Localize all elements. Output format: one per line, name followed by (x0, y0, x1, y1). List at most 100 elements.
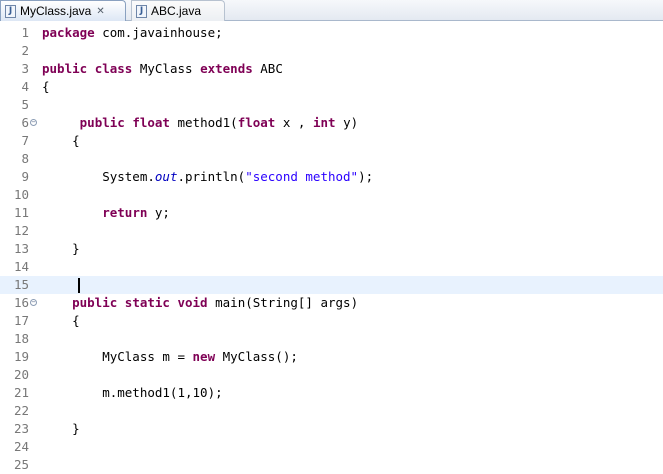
code-line[interactable]: 4{ (0, 78, 663, 96)
code-token: } (42, 421, 80, 436)
line-number: 17 (13, 313, 29, 328)
line-number: 2 (21, 43, 29, 58)
code-token: y; (147, 205, 170, 220)
keyword-token: float (132, 115, 170, 130)
code-line[interactable]: 6− public float method1(float x , int y) (0, 114, 663, 132)
java-file-icon: J (5, 4, 16, 18)
code-token: method1( (169, 115, 238, 130)
code-token: } (42, 241, 80, 256)
code-text: { (42, 132, 80, 150)
keyword-token: public (79, 115, 125, 130)
code-line[interactable]: 23 } (0, 420, 663, 438)
code-text-area[interactable]: 1 package com.javainhouse; 2 3 public class … (0, 21, 663, 474)
line-number: 15 (13, 277, 29, 292)
line-number: 24 (13, 439, 29, 454)
code-text: MyClass m = new MyClass(); (42, 348, 298, 366)
tab-abc-java[interactable]: J ABC.java (131, 0, 225, 21)
code-text: System.out.println("second method"); (42, 168, 373, 186)
code-line[interactable]: 7 { (0, 132, 663, 150)
keyword-token: public (72, 295, 118, 310)
code-line[interactable]: 13 } (0, 240, 663, 258)
code-line[interactable]: 16− public static void main(String[] arg… (0, 294, 663, 312)
line-number: 22 (13, 403, 29, 418)
close-icon[interactable]: ✕ (96, 6, 104, 17)
code-token: { (42, 313, 80, 328)
keyword-token: int (312, 115, 336, 130)
code-text: public class MyClass extends ABC (42, 60, 283, 78)
code-line[interactable]: 22 (0, 402, 663, 420)
code-line[interactable]: 18 (0, 330, 663, 348)
code-token: MyClass(); (215, 349, 298, 364)
keyword-token: void (177, 295, 208, 310)
code-line[interactable]: 25 (0, 456, 663, 474)
code-token: y) (335, 115, 359, 130)
code-text: return y; (42, 204, 170, 222)
code-text: } (42, 240, 80, 258)
code-text: m.method1(1,10); (42, 384, 223, 402)
code-text: { (42, 78, 50, 96)
line-number: 21 (13, 385, 29, 400)
code-token: main(String[] args) (207, 295, 359, 310)
line-number: 11 (13, 205, 29, 220)
code-line[interactable]: 21 m.method1(1,10); (0, 384, 663, 402)
code-token: m.method1(1,10); (42, 385, 223, 400)
fold-collapse-icon[interactable]: − (30, 119, 37, 126)
line-number: 5 (21, 97, 29, 112)
keyword-token: class (94, 61, 133, 76)
code-text: } (42, 420, 80, 438)
code-token: { (42, 79, 50, 94)
code-line[interactable]: 20 (0, 366, 663, 384)
code-text: package com.javainhouse; (42, 24, 223, 42)
line-number: 12 (13, 223, 29, 238)
code-line[interactable]: 24 (0, 438, 663, 456)
line-number: 18 (13, 331, 29, 346)
line-number: 23 (13, 421, 29, 436)
code-text: { (42, 312, 80, 330)
code-token: ABC (252, 61, 283, 76)
code-line[interactable]: 10 (0, 186, 663, 204)
line-number: 14 (13, 259, 29, 274)
code-line[interactable]: 5 (0, 96, 663, 114)
keyword-token: public (42, 61, 88, 76)
keyword-token: extends (200, 61, 253, 76)
line-number: 20 (13, 367, 29, 382)
text-cursor (78, 278, 80, 293)
field-token: out (154, 169, 178, 184)
line-number: 25 (13, 457, 29, 472)
code-token: System. (42, 169, 155, 184)
line-number: 6 (21, 115, 29, 130)
code-line[interactable]: 9 System.out.println("second method"); (0, 168, 663, 186)
code-line[interactable]: 17 { (0, 312, 663, 330)
code-token: MyClass (132, 61, 201, 76)
code-line[interactable]: 3 public class MyClass extends ABC (0, 60, 663, 78)
fold-collapse-icon[interactable]: − (30, 299, 37, 306)
code-line[interactable]: 11 return y; (0, 204, 663, 222)
code-text: public static void main(String[] args) (42, 294, 358, 312)
line-number: 4 (21, 79, 29, 94)
code-line[interactable]: 8 (0, 150, 663, 168)
code-text: public float method1(float x , int y) (42, 114, 359, 132)
line-number: 3 (21, 61, 29, 76)
code-line[interactable]: 12 (0, 222, 663, 240)
keyword-token: new (192, 349, 216, 364)
code-line[interactable]: 1 package com.javainhouse; (0, 24, 663, 42)
keyword-token: float (237, 115, 276, 130)
java-editor-window: J MyClass.java ✕ J ABC.java 1 package com… (0, 0, 663, 474)
code-line[interactable]: 2 (0, 42, 663, 60)
code-token: .println( (177, 169, 246, 184)
line-number: 8 (21, 151, 29, 166)
keyword-token: package (42, 25, 95, 40)
line-number: 10 (13, 187, 29, 202)
code-line[interactable]: 14 (0, 258, 663, 276)
line-number: 16 (13, 295, 29, 310)
code-token: MyClass m = (42, 349, 193, 364)
tab-label: ABC.java (151, 4, 202, 18)
line-number: 13 (13, 241, 29, 256)
tab-myclass-java[interactable]: J MyClass.java ✕ (0, 0, 126, 21)
code-line[interactable]: 15 (0, 276, 663, 294)
code-line[interactable]: 19 MyClass m = new MyClass(); (0, 348, 663, 366)
